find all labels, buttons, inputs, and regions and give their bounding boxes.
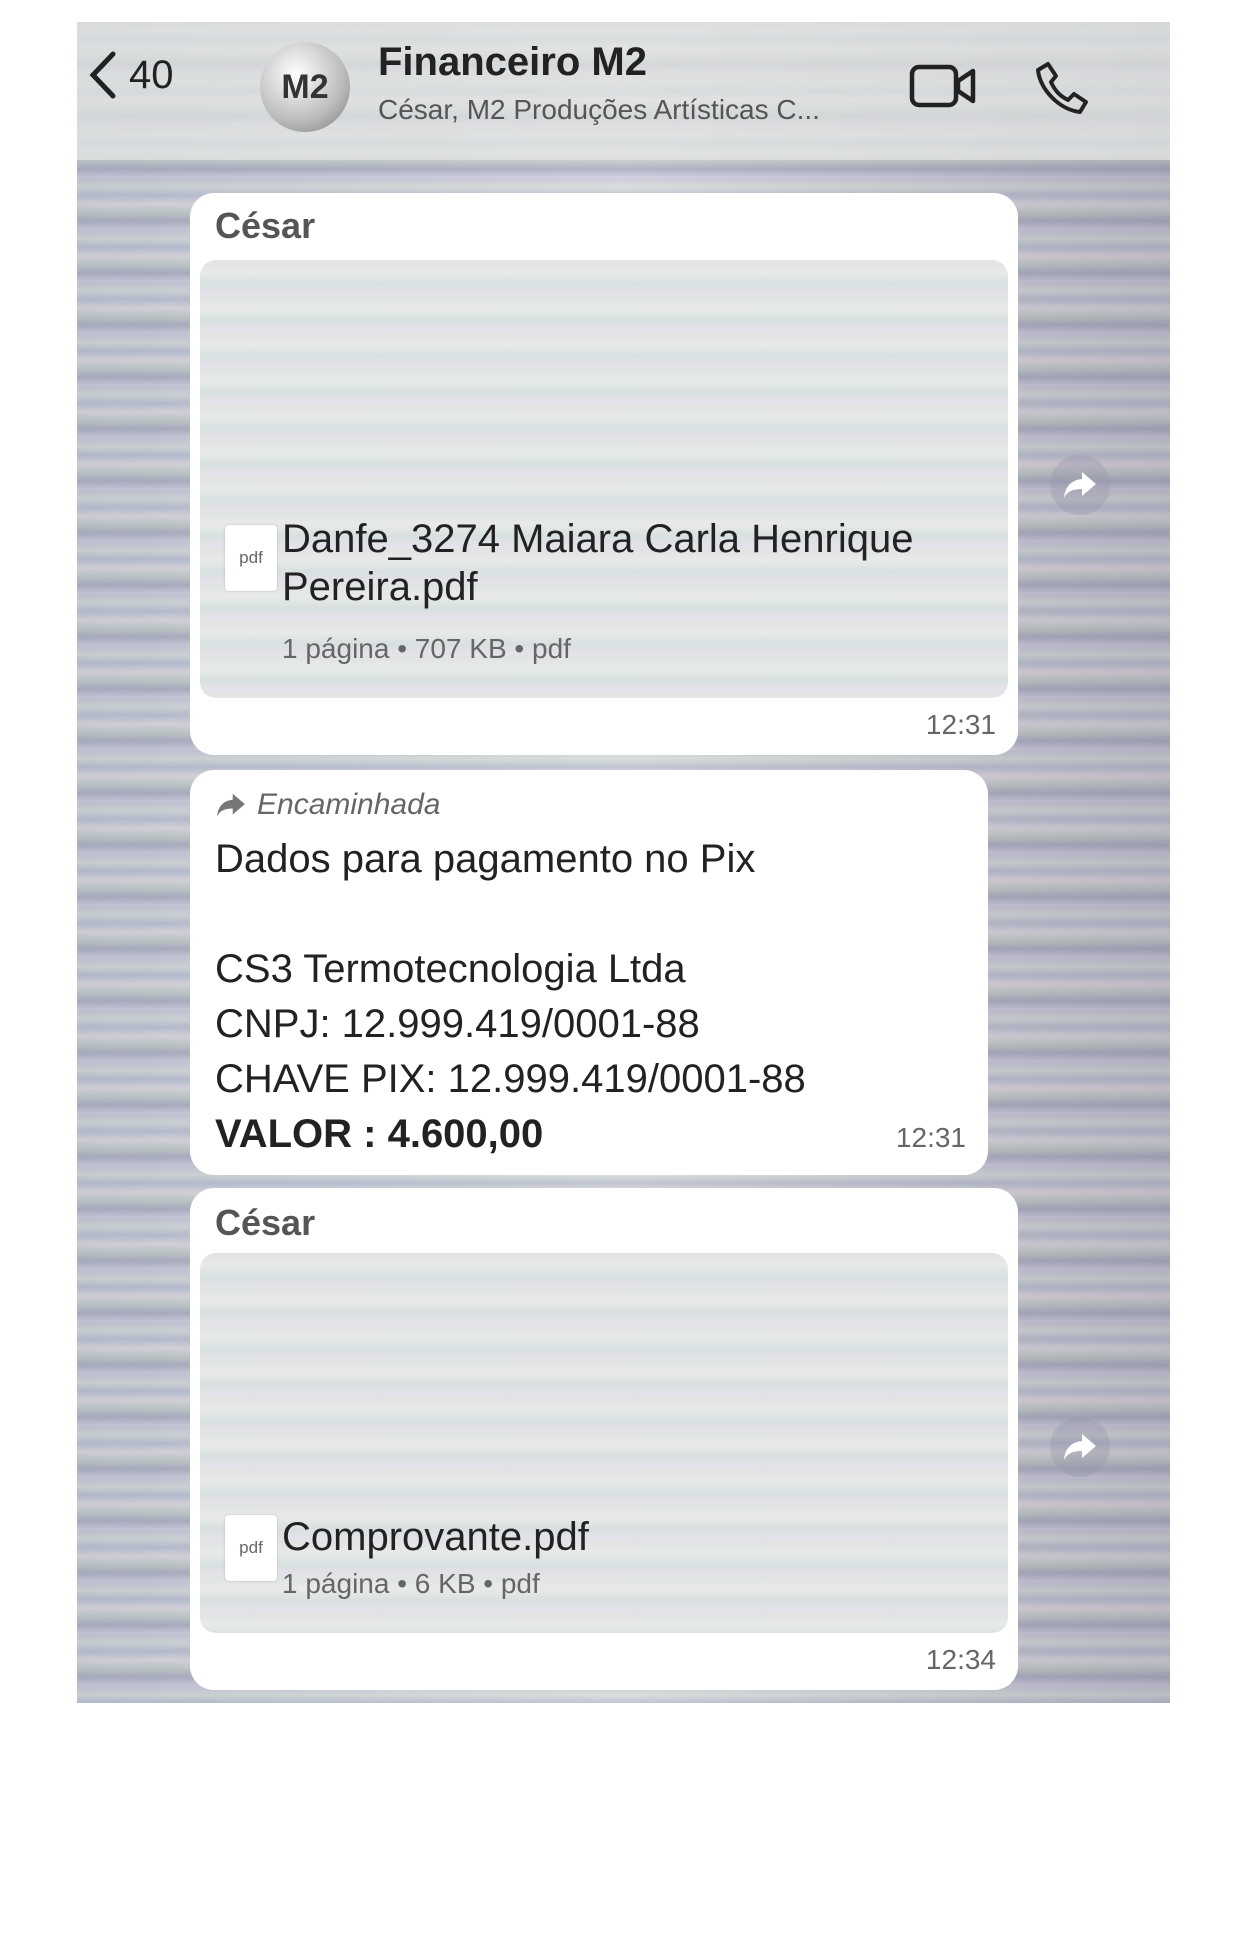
chat-subtitle[interactable]: César, M2 Produções Artísticas C...: [378, 94, 820, 126]
message-document-1[interactable]: César pdf Danfe_3274 Maiara Carla Henriq…: [190, 193, 1018, 755]
chat-screen: 40 M2 Financeiro M2 César, M2 Produções …: [77, 22, 1170, 1703]
forward-icon: [1064, 472, 1096, 498]
file-name: Danfe_3274 Maiara Carla Henrique Pereira…: [282, 517, 914, 609]
file-meta: 1 página • 707 KB • pdf: [282, 633, 571, 664]
avatar-text: M2: [281, 67, 329, 106]
sender-name: César: [215, 205, 316, 246]
forwarded-label: Encaminhada: [215, 788, 440, 822]
group-avatar[interactable]: M2: [260, 42, 350, 132]
forward-icon: [1064, 1434, 1096, 1460]
back-button[interactable]: 40: [87, 50, 174, 100]
chat-header: 40 M2 Financeiro M2 César, M2 Produções …: [77, 22, 1170, 160]
message-line: Dados para pagamento no Pix: [215, 837, 756, 881]
message-line: CHAVE PIX: 12.999.419/0001-88: [215, 1057, 806, 1101]
video-call-icon[interactable]: [909, 64, 977, 108]
chevron-left-icon: [89, 51, 116, 99]
document-preview[interactable]: pdf Danfe_3274 Maiara Carla Henrique Per…: [200, 260, 1008, 698]
message-line: CNPJ: 12.999.419/0001-88: [215, 1002, 700, 1046]
document-preview[interactable]: pdf Comprovante.pdf 1 página • 6 KB • pd…: [200, 1253, 1008, 1633]
message-forwarded-text[interactable]: Encaminhada Dados para pagamento no Pix …: [190, 770, 988, 1175]
chat-title[interactable]: Financeiro M2: [378, 40, 647, 85]
file-name: Comprovante.pdf: [282, 1515, 589, 1559]
forward-icon: [217, 793, 245, 817]
message-document-2[interactable]: César pdf Comprovante.pdf 1 página • 6 K…: [190, 1188, 1018, 1690]
message-time: 12:31: [895, 1122, 966, 1153]
message-body: Dados para pagamento no Pix CS3 Termotec…: [215, 832, 806, 1162]
message-time: 12:34: [925, 1644, 996, 1675]
file-meta: 1 página • 6 KB • pdf: [282, 1568, 540, 1599]
forward-button[interactable]: [1050, 1417, 1110, 1477]
message-line: [215, 887, 806, 942]
sender-name: César: [215, 1202, 316, 1243]
message-line: CS3 Termotecnologia Ltda: [215, 947, 686, 991]
unread-count: 40: [129, 52, 174, 97]
message-time: 12:31: [925, 709, 996, 740]
forwarded-text: Encaminhada: [257, 788, 441, 821]
forward-button[interactable]: [1050, 455, 1110, 515]
pdf-file-icon: pdf: [225, 525, 277, 591]
pdf-file-icon: pdf: [225, 1515, 277, 1581]
phone-icon[interactable]: [1034, 60, 1090, 116]
payment-value: VALOR : 4.600,00: [215, 1112, 544, 1156]
